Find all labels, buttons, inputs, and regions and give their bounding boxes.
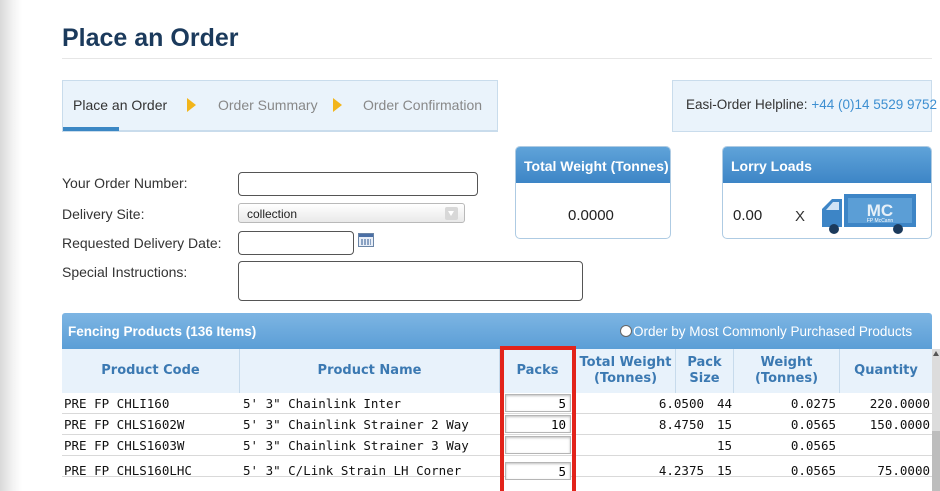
- total-weight: 4.2375: [658, 463, 704, 478]
- step-order-summary[interactable]: Order Summary: [218, 97, 318, 113]
- delivery-date-label: Requested Delivery Date:: [62, 235, 222, 251]
- step-progress-track: [63, 130, 497, 131]
- table-row: PRE FP CHLS160LHC 5' 3" C/Link Strain LH…: [62, 456, 932, 480]
- sort-common-option[interactable]: Order by Most Commonly Purchased Product…: [620, 324, 912, 339]
- delivery-site-label: Delivery Site:: [62, 206, 145, 222]
- scroll-thumb[interactable]: [932, 431, 940, 491]
- weight: 0.0275: [790, 396, 836, 411]
- col-product-code: Product Code: [62, 349, 240, 393]
- col-total-weight-line1: Total Weight: [579, 355, 672, 370]
- title-divider: [62, 58, 932, 59]
- lorry-loads-value: 0.00: [733, 207, 763, 224]
- delivery-site-value: collection: [247, 207, 298, 221]
- lorry-loads-card: Lorry Loads 0.00 X MC FP McCann: [722, 146, 932, 239]
- table-row: PRE FP CHLS1602W 5' 3" Chainlink Straine…: [62, 414, 932, 435]
- total-weight: 6.0500: [658, 396, 704, 411]
- special-instructions-label: Special Instructions:: [62, 264, 188, 280]
- col-weight-line1: Weight: [760, 355, 813, 370]
- weight: 0.0565: [790, 438, 836, 453]
- product-name: 5' 3" Chainlink Inter: [243, 396, 402, 411]
- special-instructions-input[interactable]: [238, 261, 583, 301]
- col-weight: Weight (Tonnes): [734, 349, 840, 393]
- col-total-weight-line2: (Tonnes): [593, 371, 658, 386]
- col-pack-size-line2: Size: [689, 371, 720, 386]
- product-name: 5' 3" C/Link Strain LH Corner: [243, 463, 462, 478]
- product-code: PRE FP CHLS1603W: [64, 438, 185, 453]
- total-weight: 8.4750: [658, 417, 704, 432]
- chevron-down-icon: [445, 207, 458, 220]
- step-order-confirmation[interactable]: Order Confirmation: [363, 97, 482, 113]
- lorry-multiplier: X: [795, 208, 806, 225]
- step-arrow-icon: [333, 98, 342, 112]
- delivery-date-input[interactable]: [238, 231, 354, 255]
- calendar-icon[interactable]: [358, 233, 374, 247]
- weight: 0.0565: [790, 417, 836, 432]
- table-row: PRE FP CHLI160 5' 3" Chainlink Inter 6.0…: [62, 393, 932, 414]
- step-place-order[interactable]: Place an Order: [73, 97, 167, 113]
- product-code: PRE FP CHLS1602W: [64, 417, 185, 432]
- delivery-site-select[interactable]: collection: [238, 203, 465, 223]
- products-panel-title: Fencing Products (136 Items): [68, 324, 257, 339]
- col-weight-line2: (Tonnes): [754, 371, 819, 386]
- col-product-name: Product Name: [240, 349, 500, 393]
- scroll-up-icon[interactable]: [933, 351, 939, 356]
- lorry-truck-icon: MC FP McCann: [822, 194, 916, 234]
- product-name: 5' 3" Chainlink Strainer 2 Way: [243, 417, 469, 432]
- total-weight-value: 0.0000: [568, 207, 614, 224]
- pack-size: 15: [716, 417, 732, 432]
- products-panel-header: Fencing Products (136 Items) Order by Mo…: [62, 313, 932, 349]
- helpline-phone-link[interactable]: +44 (0)14 5529 9752: [811, 97, 937, 112]
- radio-icon[interactable]: [620, 325, 632, 337]
- pack-size: 15: [716, 438, 732, 453]
- pack-size: 15: [716, 463, 732, 478]
- col-quantity: Quantity: [840, 349, 932, 393]
- product-code: PRE FP CHLI160: [64, 396, 170, 411]
- quantity: 150.0000: [869, 417, 930, 432]
- helpline-label: Easi-Order Helpline:: [686, 97, 808, 112]
- sort-common-label: Order by Most Commonly Purchased Product…: [633, 324, 913, 339]
- total-weight-card: Total Weight (Tonnes) 0.0000: [515, 146, 671, 239]
- quantity: 220.0000: [869, 396, 930, 411]
- order-number-input[interactable]: [238, 172, 478, 196]
- step-arrow-icon: [187, 98, 196, 112]
- order-number-label: Your Order Number:: [62, 175, 188, 191]
- col-total-weight: Total Weight (Tonnes): [576, 349, 676, 393]
- col-pack-size-line1: Pack: [687, 355, 722, 370]
- page-title: Place an Order: [62, 24, 239, 52]
- col-pack-size: Pack Size: [676, 349, 734, 393]
- order-steps: Place an Order Order Summary Order Confi…: [62, 80, 498, 132]
- product-name: 5' 3" Chainlink Strainer 3 Way: [243, 438, 469, 453]
- weight: 0.0565: [790, 463, 836, 478]
- step-progress-bar: [63, 127, 119, 131]
- packs-column-highlight: [500, 346, 576, 491]
- quantity: 75.0000: [877, 463, 930, 478]
- table-row: PRE FP CHLS1603W 5' 3" Chainlink Straine…: [62, 435, 932, 456]
- total-weight-title: Total Weight (Tonnes): [516, 147, 670, 183]
- lorry-loads-title: Lorry Loads: [723, 147, 931, 183]
- helpline: Easi-Order Helpline: +44 (0)14 5529 9752: [672, 80, 937, 132]
- page-left-shadow: [0, 0, 22, 491]
- truck-logo-subtext: FP McCann: [867, 218, 894, 224]
- table-scrollbar[interactable]: [932, 349, 940, 491]
- product-code: PRE FP CHLS160LHC: [64, 463, 192, 478]
- pack-size: 44: [716, 396, 732, 411]
